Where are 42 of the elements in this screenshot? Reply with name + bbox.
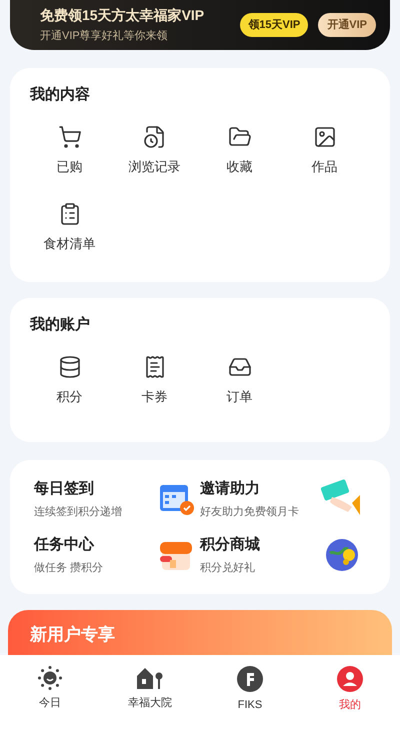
- feature-title: 积分商城: [200, 535, 260, 555]
- section-title: 我的账户: [30, 315, 91, 335]
- promo-title: 新用户专享: [30, 625, 115, 644]
- feature-title: 每日签到: [34, 479, 95, 499]
- image-icon: [312, 124, 336, 148]
- menu-item-label: 食材清单: [44, 235, 96, 253]
- feature-tile[interactable]: 积分商城 积分兑好礼: [200, 534, 366, 576]
- menu-item-label: 作品: [312, 158, 338, 176]
- menu-item-label: 浏览记录: [128, 158, 180, 176]
- menu-item-label: 已购: [56, 158, 82, 176]
- vip-subtitle: 开通VIP尊享好礼等你来领: [40, 28, 169, 44]
- user-icon: [336, 665, 364, 693]
- feature-subtitle: 好友助力免费领月卡: [200, 504, 299, 520]
- feature-title: 任务中心: [34, 535, 96, 555]
- claim-vip-button[interactable]: 领15天VIP: [240, 13, 308, 37]
- menu-item-label: 积分: [56, 388, 82, 406]
- feature-tile[interactable]: 邀请助力 好友助力免费领月卡: [200, 478, 366, 520]
- menu-item-label: 收藏: [226, 158, 252, 176]
- tab[interactable]: 我的: [300, 665, 400, 714]
- document-clock-icon: [142, 124, 166, 148]
- menu-item-label: 卡券: [142, 388, 168, 406]
- open-vip-button[interactable]: 开通VIP: [318, 13, 376, 37]
- feature-tile[interactable]: 任务中心 做任务 攒积分: [34, 534, 200, 576]
- feature-tile[interactable]: 每日签到 连续签到积分递增: [34, 478, 200, 520]
- house-icon: [135, 665, 165, 691]
- feature-subtitle: 连续签到积分递增: [34, 504, 122, 520]
- section-title: 我的内容: [30, 85, 91, 105]
- feature-subtitle: 积分兑好礼: [200, 560, 256, 576]
- feature-title: 邀请助力: [200, 479, 261, 499]
- letter-circle-icon: [236, 665, 264, 693]
- tab[interactable]: 今日: [0, 665, 100, 712]
- feature-subtitle: 做任务 攒积分: [34, 560, 104, 576]
- tab[interactable]: 幸福大院: [100, 665, 200, 712]
- menu-item-label: 订单: [226, 388, 252, 406]
- vip-banner[interactable]: 免费领15天方太幸福家VIP 开通VIP尊享好礼等你来领 领15天VIP 开通VIP: [10, 0, 390, 50]
- tab[interactable]: FIKS: [200, 665, 300, 714]
- vip-title: 免费领15天方太幸福家VIP: [40, 6, 206, 26]
- menu-item[interactable]: 食材清单: [24, 202, 115, 254]
- sun-icon: [37, 665, 63, 691]
- coins-icon: [58, 354, 82, 378]
- folder-icon: [228, 124, 252, 148]
- cart-icon: [58, 124, 82, 148]
